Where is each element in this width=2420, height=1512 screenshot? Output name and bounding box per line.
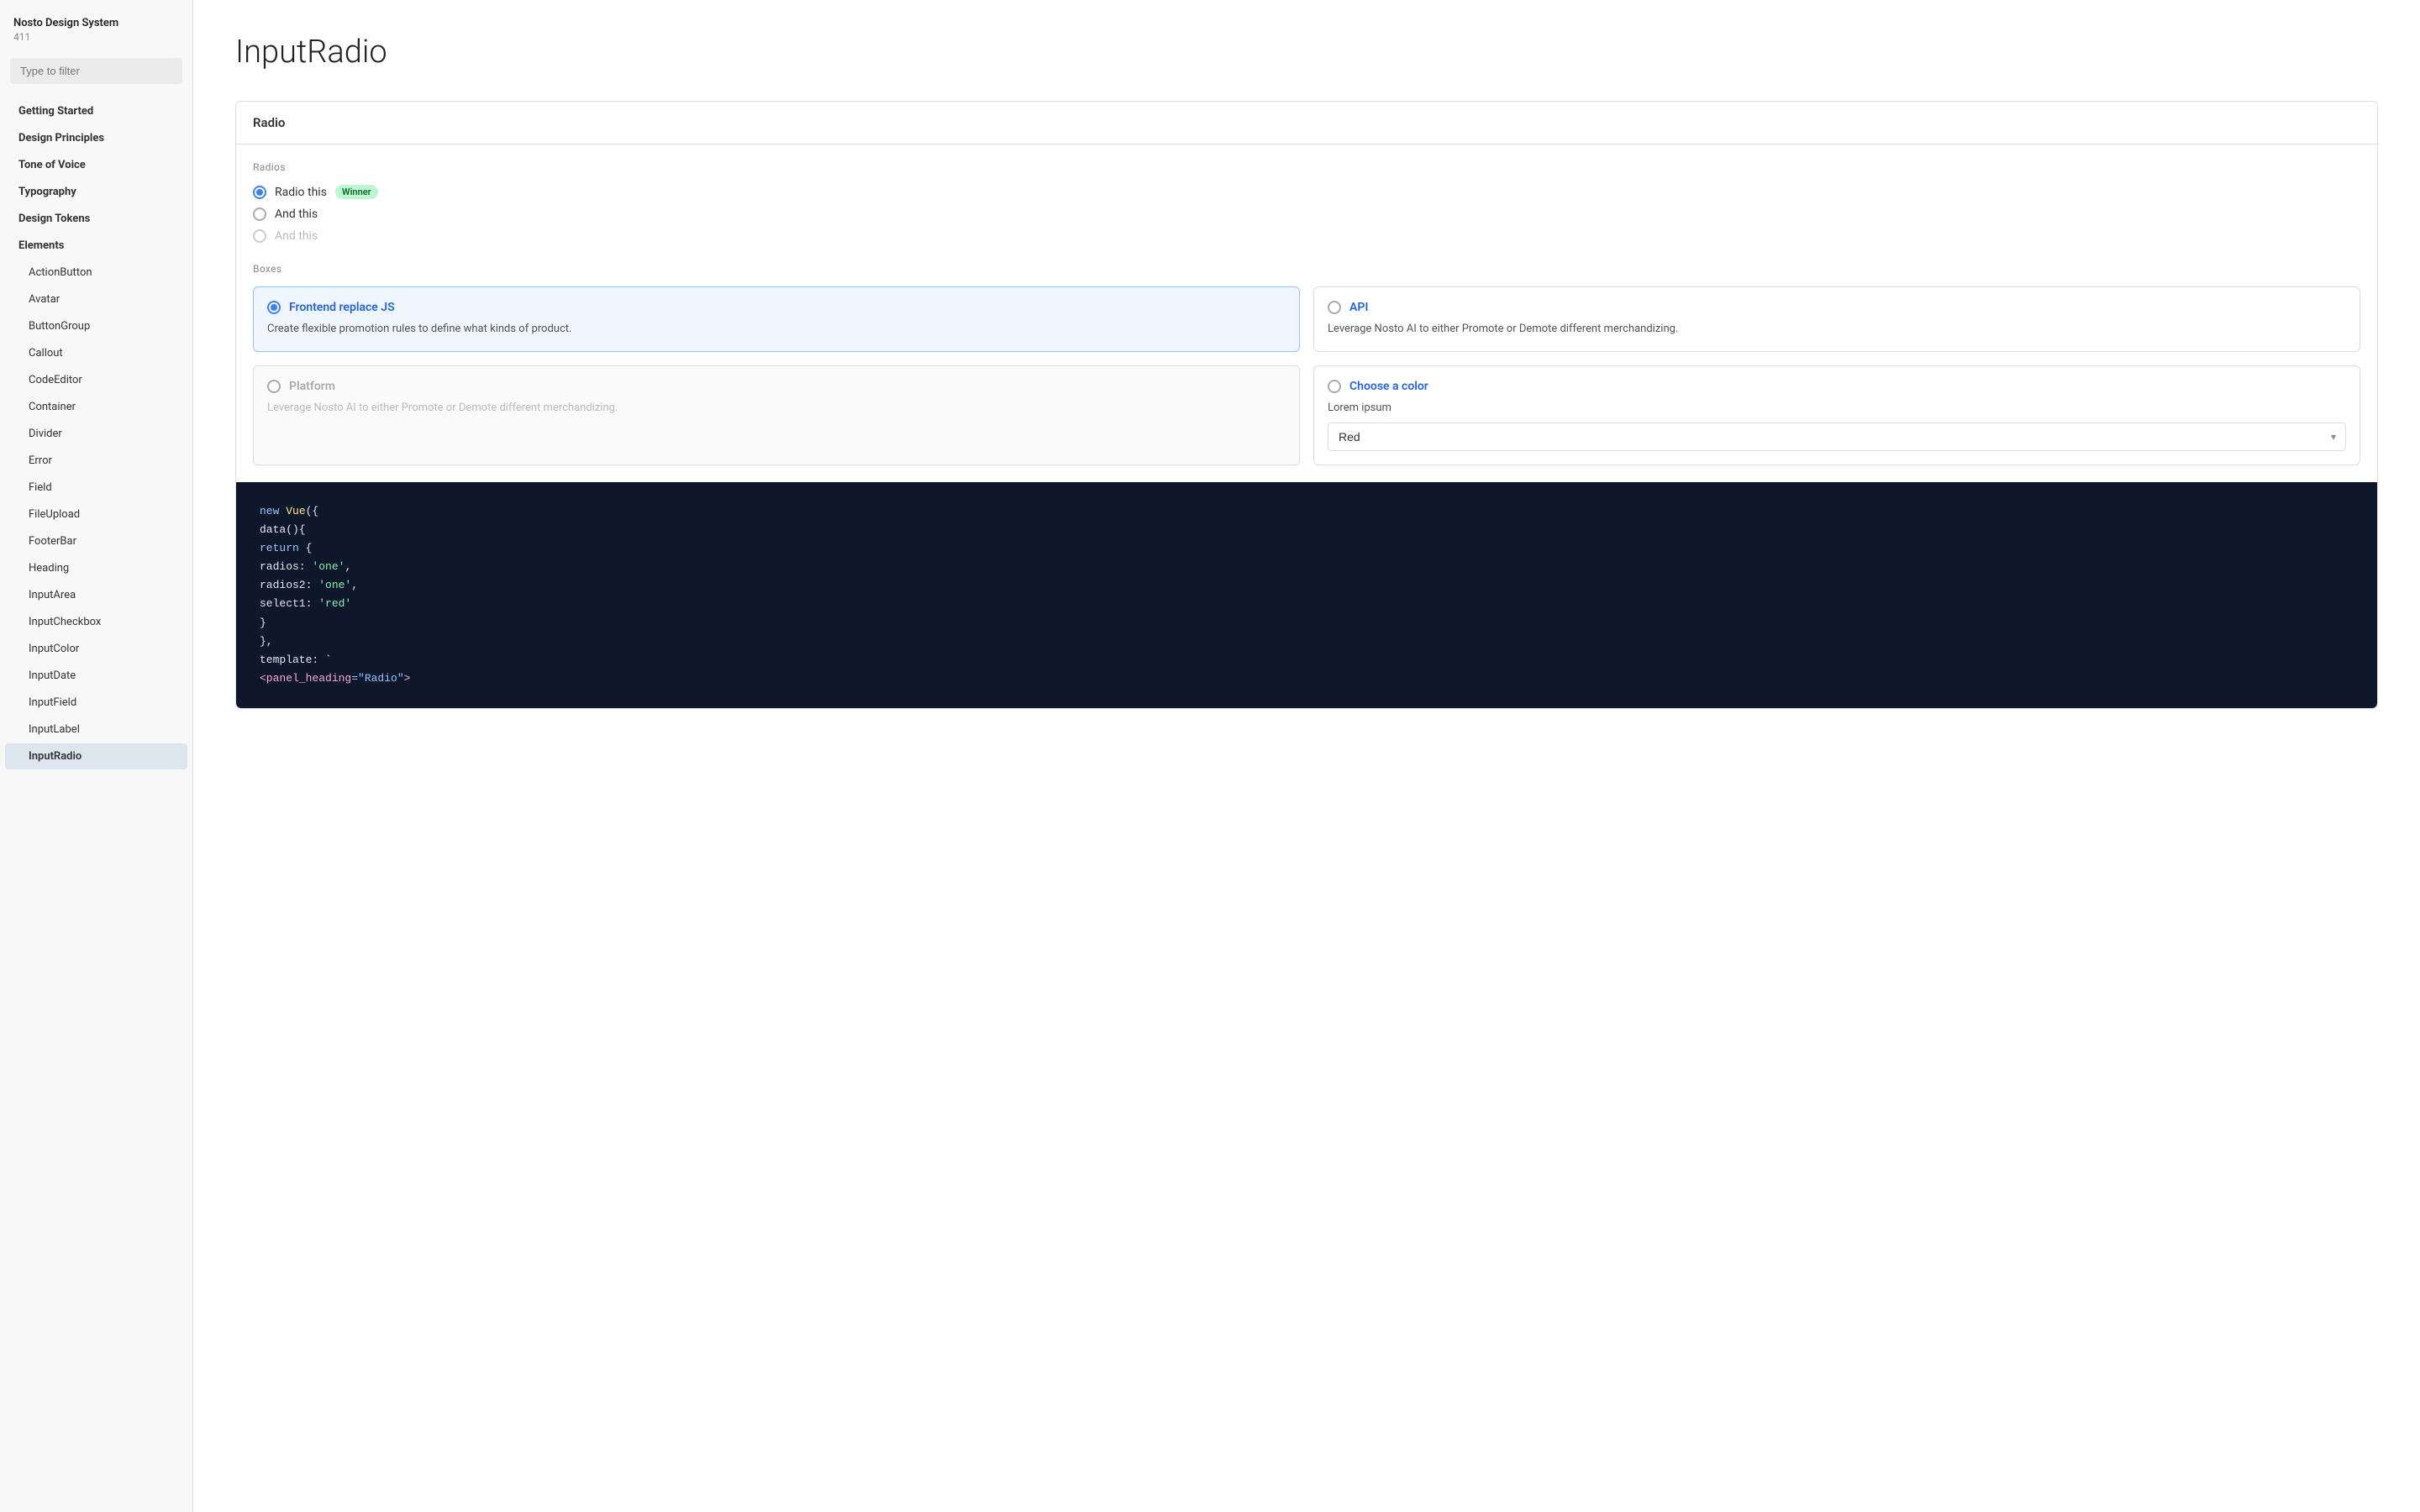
code-line-1: data(){: [260, 521, 2354, 539]
box-desc-api: Leverage Nosto AI to either Promote or D…: [1328, 321, 2346, 338]
panel-body: Radios Radio thisWinnerAnd thisAnd this …: [236, 144, 2377, 482]
sidebar: Nosto Design System 411 Getting StartedD…: [0, 0, 193, 1512]
radio-label-1: And this: [275, 207, 318, 221]
sidebar-nav: Getting StartedDesign PrinciplesTone of …: [0, 97, 192, 1512]
code-line-9: <panel_heading="Radio">: [260, 669, 2354, 688]
sidebar-item-inputradio[interactable]: InputRadio: [5, 743, 187, 769]
radio-circle-0: [253, 186, 266, 199]
sidebar-item-container[interactable]: Container: [5, 394, 187, 420]
sidebar-item-design-tokens[interactable]: Design Tokens: [5, 206, 187, 232]
sidebar-item-elements[interactable]: Elements: [5, 233, 187, 259]
boxes-label: Boxes: [253, 263, 2360, 275]
code-block: new Vue({ data(){ return { radios: 'one'…: [236, 482, 2377, 708]
box-title-frontend: Frontend replace JS: [289, 301, 395, 314]
radio-row-0[interactable]: Radio this Winner: [253, 185, 2360, 199]
sidebar-item-fileupload[interactable]: FileUpload: [5, 501, 187, 528]
sidebar-item-typography[interactable]: Typography: [5, 179, 187, 205]
code-line-6: }: [260, 614, 2354, 633]
radio-group: Radio this Winner And this And this: [253, 185, 2360, 243]
code-line-3: radios: 'one',: [260, 558, 2354, 576]
sidebar-item-avatar[interactable]: Avatar: [5, 286, 187, 312]
radio-row-1[interactable]: And this: [253, 207, 2360, 221]
box-item-platform[interactable]: Platform Leverage Nosto AI to either Prom…: [253, 365, 1300, 466]
code-line-0: new Vue({: [260, 502, 2354, 521]
radio-label-0: Radio this: [275, 186, 327, 199]
sidebar-item-codeeditor[interactable]: CodeEditor: [5, 367, 187, 393]
winner-badge-0: Winner: [335, 185, 378, 199]
sidebar-item-heading[interactable]: Heading: [5, 555, 187, 581]
search-input[interactable]: [10, 58, 182, 84]
sidebar-item-design-principles[interactable]: Design Principles: [5, 125, 187, 151]
boxes-grid: Frontend replace JS Create flexible promo…: [253, 286, 2360, 465]
box-radio-api: [1328, 301, 1341, 314]
sidebar-item-inputdate[interactable]: InputDate: [5, 663, 187, 689]
sidebar-item-inputarea[interactable]: InputArea: [5, 582, 187, 608]
main-content: InputRadio Radio Radios Radio this Winner…: [193, 0, 2420, 1512]
brand-count: 411: [13, 31, 179, 43]
radio-panel: Radio Radios Radio this Winner And this And…: [235, 101, 2378, 709]
panel-header: Radio: [236, 102, 2377, 144]
page-title: InputRadio: [235, 34, 2378, 71]
code-line-2: return {: [260, 539, 2354, 558]
radio-circle-1: [253, 207, 266, 221]
sidebar-item-inputcheckbox[interactable]: InputCheckbox: [5, 609, 187, 635]
radios-label: Radios: [253, 161, 2360, 173]
sidebar-item-inputfield[interactable]: InputField: [5, 690, 187, 716]
box-item-api[interactable]: API Leverage Nosto AI to either Promote o…: [1313, 286, 2360, 352]
sidebar-item-footerbar[interactable]: FooterBar: [5, 528, 187, 554]
color-select[interactable]: RedBlueGreen: [1328, 423, 2346, 451]
sidebar-item-inputcolor[interactable]: InputColor: [5, 636, 187, 662]
radio-circle-2: [253, 229, 266, 243]
code-line-4: radios2: 'one',: [260, 576, 2354, 595]
sidebar-item-tone-of-voice[interactable]: Tone of Voice: [5, 152, 187, 178]
color-select-wrapper: RedBlueGreen▾: [1328, 423, 2346, 451]
brand-section: Nosto Design System 411: [0, 17, 192, 46]
sidebar-item-divider[interactable]: Divider: [5, 421, 187, 447]
box-title-platform: Platform: [289, 380, 335, 393]
code-line-8: template: `: [260, 651, 2354, 669]
sidebar-item-inputlabel[interactable]: InputLabel: [5, 717, 187, 743]
box-radio-frontend: [267, 301, 281, 314]
box-item-frontend[interactable]: Frontend replace JS Create flexible promo…: [253, 286, 1300, 352]
sidebar-item-buttongroup[interactable]: ButtonGroup: [5, 313, 187, 339]
sidebar-item-field[interactable]: Field: [5, 475, 187, 501]
brand-title: Nosto Design System: [13, 17, 179, 29]
box-desc-platform: Leverage Nosto AI to either Promote or D…: [267, 400, 1286, 417]
sidebar-item-error[interactable]: Error: [5, 448, 187, 474]
box-desc-frontend: Create flexible promotion rules to defin…: [267, 321, 1286, 338]
code-line-5: select1: 'red': [260, 595, 2354, 613]
sidebar-item-callout[interactable]: Callout: [5, 340, 187, 366]
box-desc-choose-color: Lorem ipsum: [1328, 400, 2346, 417]
box-title-choose-color: Choose a color: [1349, 380, 1428, 393]
radio-label-2: And this: [275, 229, 318, 243]
box-title-api: API: [1349, 301, 1368, 314]
sidebar-item-getting-started[interactable]: Getting Started: [5, 98, 187, 124]
code-line-7: },: [260, 633, 2354, 651]
radio-row-2[interactable]: And this: [253, 229, 2360, 243]
box-radio-choose-color: [1328, 380, 1341, 393]
sidebar-item-actionbutton[interactable]: ActionButton: [5, 260, 187, 286]
box-radio-platform: [267, 380, 281, 393]
box-item-choose-color[interactable]: Choose a color Lorem ipsum RedBlueGreen▾: [1313, 365, 2360, 466]
